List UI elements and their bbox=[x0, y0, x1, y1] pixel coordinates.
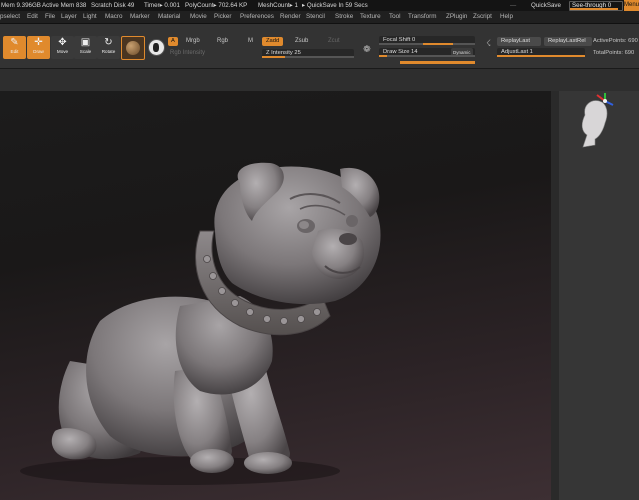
status-bar: Mem 9.396GB Active Mem 838 Scratch Disk … bbox=[0, 0, 639, 11]
menu-item-material[interactable]: Material bbox=[158, 11, 180, 23]
scale-button[interactable]: ▣ Scale bbox=[74, 36, 97, 59]
zsub-toggle[interactable]: Zsub bbox=[295, 38, 308, 44]
separator-icon: — bbox=[510, 2, 517, 9]
memory-stat: Mem 9.396GB bbox=[1, 2, 41, 9]
quicksave-timer-stat: ▸ QuickSave In 59 Secs bbox=[302, 2, 368, 9]
menu-item-zscript[interactable]: Zscript bbox=[473, 11, 492, 23]
menu-item-stroke[interactable]: Stroke bbox=[335, 11, 353, 23]
menu-item-stencilselect[interactable]: pselect bbox=[0, 11, 20, 23]
menu-item-texture[interactable]: Texture bbox=[360, 11, 381, 23]
menu-item-render[interactable]: Render bbox=[280, 11, 301, 23]
material-sphere-icon bbox=[126, 41, 140, 55]
z-intensity-fill bbox=[262, 56, 285, 58]
menu-item-layer[interactable]: Layer bbox=[61, 11, 77, 23]
menu-item-file[interactable]: File bbox=[45, 11, 55, 23]
top-shelf bbox=[0, 69, 639, 91]
draw-icon: ✛ bbox=[34, 37, 43, 48]
see-through-slider[interactable]: See-through 0 bbox=[569, 1, 623, 11]
right-shelf-strip bbox=[551, 91, 559, 500]
viewport-canvas[interactable] bbox=[0, 91, 551, 500]
m-toggle[interactable]: M bbox=[248, 38, 253, 44]
move-label: Move bbox=[56, 49, 69, 54]
focal-shift-fill bbox=[423, 43, 453, 45]
zadd-toggle[interactable]: Zadd bbox=[262, 37, 284, 46]
scale-label: Scale bbox=[79, 49, 92, 54]
scale-icon: ▣ bbox=[80, 37, 91, 48]
draw-size-track bbox=[379, 55, 475, 57]
scratch-disk-stat: Scratch Disk 49 bbox=[91, 2, 135, 9]
draw-size-fill bbox=[379, 55, 387, 57]
zcut-toggle[interactable]: Zcut bbox=[328, 38, 340, 44]
meshcount-stat: MeshCount▸ 1 bbox=[258, 2, 298, 9]
menu-item-help[interactable]: Help bbox=[500, 11, 513, 23]
pug-sculpt-model bbox=[20, 162, 381, 485]
adjust-last-fill bbox=[497, 55, 585, 57]
active-mem-stat: Active Mem 838 bbox=[42, 2, 87, 9]
menu-item-tool[interactable]: Tool bbox=[389, 11, 401, 23]
menu-item-edit[interactable]: Edit bbox=[27, 11, 38, 23]
brush-thumbnail[interactable] bbox=[148, 39, 165, 56]
active-points-stat: ActivePoints: 690 bbox=[593, 38, 638, 44]
spotlight-icon[interactable]: ❁ bbox=[363, 44, 371, 55]
rotate-label: Rotate bbox=[101, 49, 116, 54]
rotate-icon: ↻ bbox=[104, 37, 113, 48]
draw-button[interactable]: ✛ Draw bbox=[27, 36, 50, 59]
a-toggle[interactable]: A bbox=[168, 37, 178, 46]
total-points-stat: TotalPoints: 690 bbox=[593, 50, 635, 56]
menus-label: Menus bbox=[624, 2, 639, 8]
replay-icon: ☇ bbox=[486, 38, 492, 48]
timer-stat: Timer▸ 0.001 bbox=[144, 2, 180, 9]
menu-item-macro[interactable]: Macro bbox=[105, 11, 123, 23]
replay-last-rel-button[interactable]: ReplayLastRel bbox=[544, 37, 592, 46]
replay-last-button[interactable]: ReplayLast bbox=[497, 37, 541, 46]
menu-item-picker[interactable]: Picker bbox=[214, 11, 232, 23]
menu-item-marker[interactable]: Marker bbox=[130, 11, 150, 23]
draw-size-indicator bbox=[400, 61, 475, 64]
z-intensity-slider[interactable]: Z Intensity 25 bbox=[262, 49, 354, 58]
move-button[interactable]: ✥ Move bbox=[51, 36, 74, 59]
material-thumbnail[interactable] bbox=[121, 36, 145, 60]
focal-shift-slider[interactable]: Focal Shift 0 bbox=[379, 36, 475, 45]
menu-item-stencil[interactable]: Stencil bbox=[306, 11, 325, 23]
edit-icon: ✎ bbox=[10, 37, 19, 48]
edit-button[interactable]: ✎ Edit bbox=[3, 36, 26, 59]
menu-item-movie[interactable]: Movie bbox=[190, 11, 207, 23]
see-through-fill bbox=[570, 8, 618, 10]
move-icon: ✥ bbox=[58, 37, 67, 48]
draw-size-slider[interactable]: Draw Size 14 Dynamic bbox=[379, 48, 475, 57]
quicksave-button[interactable]: QuickSave bbox=[531, 0, 561, 11]
menu-bar: pselect Edit File Layer Light Macro Mark… bbox=[0, 11, 639, 24]
rotate-button[interactable]: ↻ Rotate bbox=[97, 36, 120, 59]
rgb-intensity-label[interactable]: Rgb Intensity bbox=[170, 50, 205, 56]
right-shelf bbox=[551, 91, 639, 500]
menus-button[interactable]: Menus bbox=[624, 0, 639, 11]
menu-item-transform[interactable]: Transform bbox=[408, 11, 436, 23]
menu-item-zplugin[interactable]: ZPlugin bbox=[446, 11, 467, 23]
menu-item-light[interactable]: Light bbox=[83, 11, 97, 23]
adjust-last-slider[interactable]: AdjustLast 1 bbox=[497, 48, 585, 57]
mrgb-toggle[interactable]: Mrgb bbox=[186, 38, 200, 44]
draw-label: Draw bbox=[33, 49, 44, 54]
rgb-toggle[interactable]: Rgb bbox=[217, 38, 228, 44]
toolbar: ✎ Edit ✛ Draw ✥ Move ▣ Scale ↻ Rotate A … bbox=[0, 24, 639, 69]
orientation-gizmo-icon[interactable] bbox=[569, 91, 625, 155]
edit-label: Edit bbox=[10, 49, 19, 54]
polycount-stat: PolyCount▸ 702.64 KP bbox=[185, 2, 248, 9]
brush-alpha-icon bbox=[153, 43, 159, 52]
menu-item-preferences[interactable]: Preferences bbox=[240, 11, 274, 23]
